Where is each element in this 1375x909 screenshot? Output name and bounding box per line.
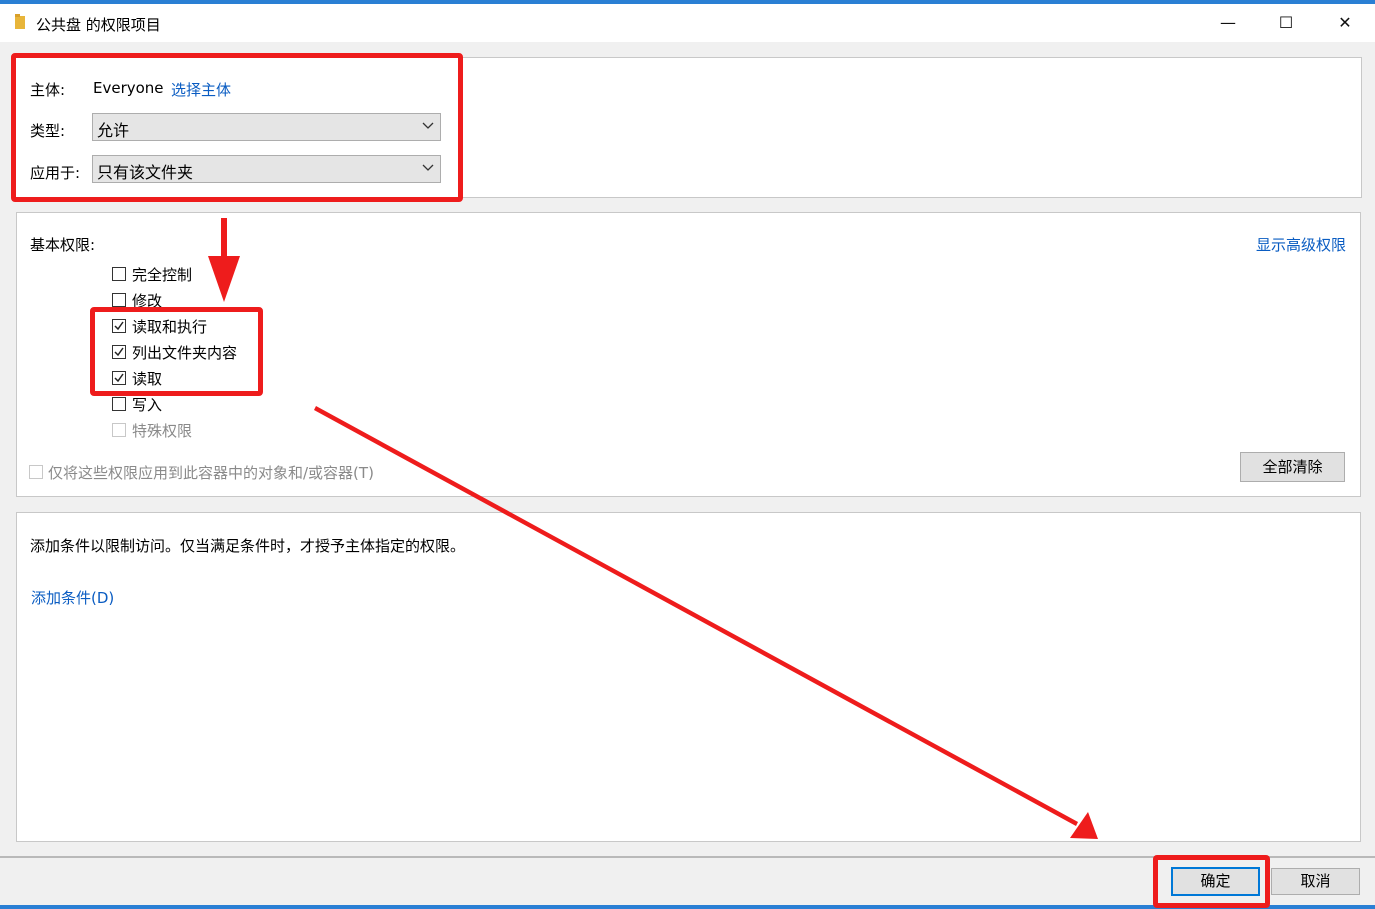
window-bottom-border [0, 905, 1375, 909]
clear-all-button[interactable]: 全部清除 [1240, 452, 1345, 482]
type-dropdown[interactable]: 允许 [92, 113, 441, 141]
apply-only-label: 仅将这些权限应用到此容器中的对象和/或容器(T) [48, 464, 374, 482]
cancel-button[interactable]: 取消 [1271, 868, 1360, 895]
minimize-button[interactable]: — [1204, 4, 1252, 42]
title-bar[interactable]: 公共盘 的权限项目 [0, 4, 1375, 42]
principal-label: 主体: [30, 81, 66, 99]
footer-divider [0, 856, 1375, 858]
principal-value: Everyone [93, 79, 164, 97]
folder-icon [15, 14, 25, 29]
show-advanced-permissions-link[interactable]: 显示高级权限 [1256, 234, 1346, 255]
permission-label: 写入 [132, 396, 163, 414]
type-label: 类型: [30, 122, 66, 140]
permission-label: 读取和执行 [132, 318, 208, 336]
permission-checkbox[interactable] [112, 319, 126, 333]
add-condition-link[interactable]: 添加条件(D) [31, 587, 114, 608]
checkmark-icon [114, 373, 124, 383]
chevron-down-icon [422, 164, 434, 171]
close-button[interactable]: ✕ [1321, 4, 1369, 42]
applies-to-label: 应用于: [30, 164, 81, 182]
permission-label: 修改 [132, 292, 163, 310]
ok-button[interactable]: 确定 [1171, 867, 1260, 896]
checkmark-icon [114, 321, 124, 331]
chevron-down-icon [422, 122, 434, 129]
basic-permissions-heading: 基本权限: [30, 236, 96, 254]
permission-checkbox[interactable] [112, 293, 126, 307]
permission-checkbox[interactable] [112, 371, 126, 385]
conditions-panel [16, 512, 1361, 842]
window-title: 公共盘 的权限项目 [36, 16, 161, 34]
applies-to-dropdown-value: 只有该文件夹 [97, 163, 194, 182]
permission-label: 完全控制 [132, 266, 193, 284]
apply-only-checkbox[interactable] [29, 465, 43, 479]
permission-checkbox[interactable] [112, 345, 126, 359]
permission-checkbox[interactable] [112, 267, 126, 281]
conditions-description: 添加条件以限制访问。仅当满足条件时，才授予主体指定的权限。 [30, 537, 466, 555]
permission-label: 读取 [132, 370, 163, 388]
select-principal-link[interactable]: 选择主体 [171, 79, 231, 100]
applies-to-dropdown[interactable]: 只有该文件夹 [92, 155, 441, 183]
type-dropdown-value: 允许 [97, 121, 130, 140]
permission-label: 列出文件夹内容 [132, 344, 238, 362]
checkmark-icon [114, 347, 124, 357]
permission-checkbox[interactable] [112, 397, 126, 411]
permission-checkbox[interactable] [112, 423, 126, 437]
maximize-button[interactable]: ☐ [1262, 4, 1310, 42]
permission-label: 特殊权限 [132, 422, 193, 440]
